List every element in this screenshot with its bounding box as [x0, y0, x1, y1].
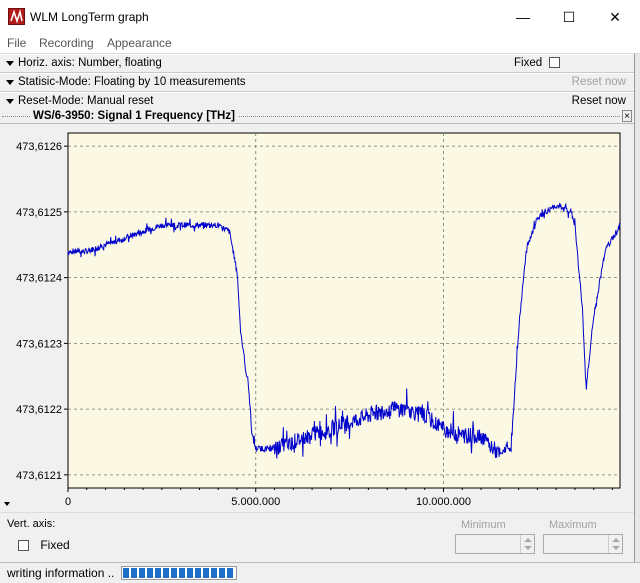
y-tick-label: 473,6121 — [16, 470, 62, 482]
graph-header: WS/6-3950: Signal 1 Frequency [THz] × — [0, 110, 634, 124]
spin-down-icon[interactable] — [612, 546, 620, 550]
x-tick-label: 10.000.000 — [416, 496, 471, 508]
expand-triangle-icon[interactable] — [6, 61, 14, 66]
status-text: writing information .. — [7, 566, 115, 580]
vert-fixed-toggle[interactable]: Fixed — [18, 538, 70, 552]
minimize-button[interactable]: — — [500, 0, 546, 34]
y-tick-label: 473,6123 — [16, 338, 62, 350]
maximum-spinner[interactable] — [608, 535, 622, 553]
graph-area[interactable]: 473,6126 473,6125 473,6124 473,6123 473,6122… — [0, 125, 634, 510]
horiz-axis-label: Horiz. axis: Number, floating — [18, 57, 162, 69]
expand-triangle-icon[interactable] — [6, 80, 14, 85]
progress-bar — [121, 566, 237, 580]
x-tick-label: 5.000.000 — [231, 496, 280, 508]
spin-up-icon[interactable] — [524, 538, 532, 542]
close-button[interactable]: ✕ — [592, 0, 638, 34]
y-tick-label: 473,6126 — [16, 141, 62, 153]
status-bar: writing information .. — [0, 562, 640, 583]
vert-fixed-label: Fixed — [40, 538, 70, 552]
y-tick-label: 473,6125 — [16, 207, 62, 219]
vertical-axis-panel: Vert. axis: Fixed Minimum Maximum — [0, 512, 634, 562]
reset-now-disabled-button: Reset now — [571, 76, 626, 88]
statistic-mode-bar[interactable]: Statisic-Mode: Floating by 10 measuremen… — [0, 73, 634, 92]
vert-axis-label: Vert. axis: — [7, 518, 56, 530]
y-tick-label: 473,6122 — [16, 404, 62, 416]
x-tick-label: 0 — [65, 496, 71, 508]
horiz-fixed-checkbox[interactable] — [549, 57, 561, 69]
spin-up-icon[interactable] — [612, 538, 620, 542]
minimum-spinner[interactable] — [520, 535, 534, 553]
vert-fixed-checkbox[interactable] — [18, 540, 29, 552]
graph-title: WS/6-3950: Signal 1 Frequency [THz] — [30, 110, 238, 122]
maximum-input[interactable] — [543, 534, 623, 554]
spin-down-icon[interactable] — [524, 546, 532, 550]
horiz-fixed-label: Fixed — [514, 57, 543, 69]
reset-mode-label: Reset-Mode: Manual reset — [18, 95, 154, 107]
maximize-button[interactable]: ☐ — [546, 0, 592, 34]
reset-now-button[interactable]: Reset now — [572, 95, 626, 107]
horiz-axis-bar[interactable]: Horiz. axis: Number, floating Fixed — [0, 54, 634, 73]
menu-recording[interactable]: Recording — [39, 36, 94, 50]
minimum-input[interactable] — [455, 534, 535, 554]
plot-background — [67, 132, 621, 489]
menu-bar: File Recording Appearance — [0, 34, 640, 54]
reset-mode-bar[interactable]: Reset-Mode: Manual reset Reset now — [0, 92, 634, 111]
menu-appearance[interactable]: Appearance — [107, 36, 172, 50]
expand-triangle-icon[interactable] — [6, 99, 14, 104]
app-logo-icon — [8, 8, 25, 25]
y-tick-label: 473,6124 — [16, 273, 62, 285]
title-bar: WLM LongTerm graph — ☐ ✕ — [0, 0, 640, 34]
window-edge — [634, 54, 640, 564]
graph-close-button[interactable]: × — [622, 110, 632, 122]
statistic-mode-label: Statisic-Mode: Floating by 10 measuremen… — [18, 76, 246, 88]
progress-fill — [123, 568, 233, 578]
maximum-label: Maximum — [549, 519, 597, 531]
frequency-chart[interactable]: 473,6126 473,6125 473,6124 473,6123 473,6122… — [0, 125, 634, 510]
horiz-fixed-toggle[interactable]: Fixed — [514, 57, 561, 69]
window-title: WLM LongTerm graph — [30, 10, 149, 24]
menu-file[interactable]: File — [7, 36, 26, 50]
scroll-down-icon — [4, 502, 10, 506]
minimum-label: Minimum — [461, 519, 506, 531]
